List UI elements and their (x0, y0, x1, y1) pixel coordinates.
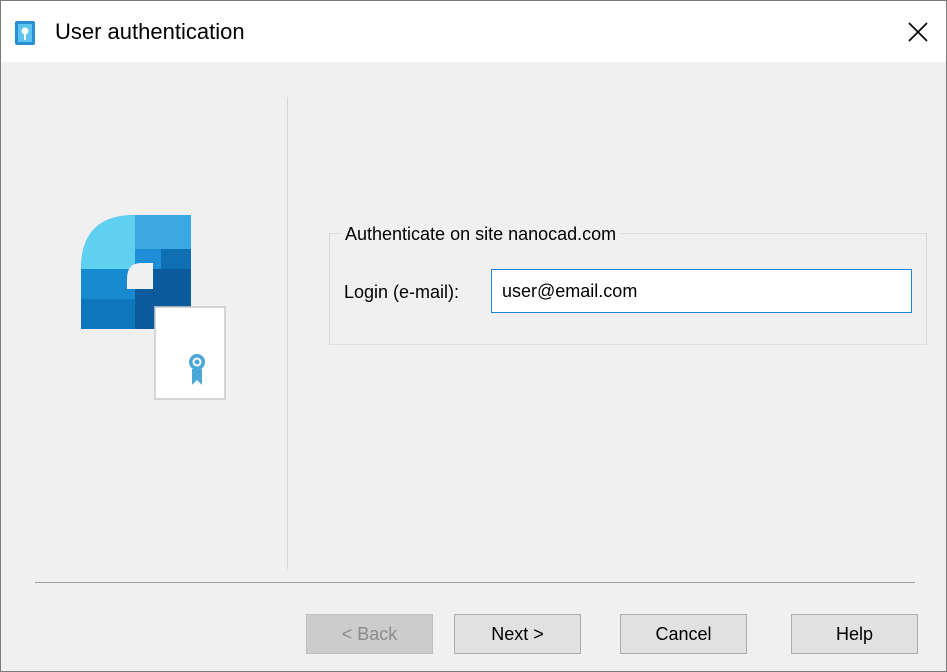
title-bar: User authentication (1, 1, 946, 62)
key-certificate-icon (15, 21, 35, 45)
back-button[interactable]: < Back (306, 614, 433, 654)
groupbox-legend: Authenticate on site nanocad.com (341, 222, 621, 246)
footer-divider (35, 582, 915, 583)
nanocad-certificate-logo-icon (81, 215, 226, 400)
login-email-input[interactable] (491, 269, 912, 313)
close-button[interactable] (890, 1, 946, 62)
cancel-button[interactable]: Cancel (620, 614, 747, 654)
close-icon (908, 21, 928, 42)
window-title: User authentication (55, 19, 245, 44)
vertical-divider (287, 97, 288, 569)
login-label: Login (e-mail): (344, 282, 460, 302)
help-button[interactable]: Help (791, 614, 918, 654)
authentication-dialog: User authentication Authenticate on site… (0, 0, 947, 672)
next-button[interactable]: Next > (454, 614, 581, 654)
